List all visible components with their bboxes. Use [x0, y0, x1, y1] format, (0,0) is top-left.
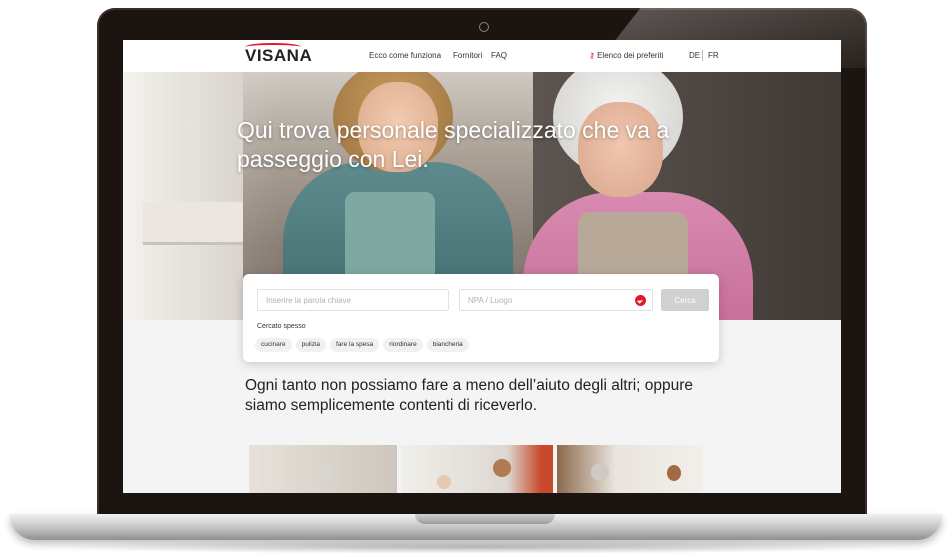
hero-shelf	[143, 202, 243, 245]
thumb3-person-2	[667, 465, 681, 481]
favorites-link[interactable]: ⚷ Elenco dei preferiti	[589, 51, 663, 60]
nav-link-providers[interactable]: Fornitori	[453, 51, 482, 60]
site-header: VISANA Ecco come funziona Fornitori FAQ …	[123, 40, 841, 72]
often-searched-label: Cercato spesso	[257, 323, 306, 330]
hero-headline: Qui trova personale specializzato che va…	[237, 117, 670, 172]
lang-fr[interactable]: FR	[708, 51, 719, 60]
lang-separator	[702, 50, 703, 61]
search-button[interactable]: Cerca	[661, 289, 709, 311]
visana-logo[interactable]: VISANA	[245, 43, 312, 66]
laptop-base-notch	[415, 514, 555, 524]
key-icon: ⚷	[589, 51, 595, 60]
thumb2-person	[493, 459, 511, 477]
thumbnail-card-1[interactable]	[249, 445, 397, 493]
thumb1-person	[317, 465, 333, 481]
laptop-shadow	[40, 540, 912, 554]
thumb2-person-2	[437, 475, 451, 489]
lang-de[interactable]: DE	[689, 51, 700, 60]
section-tagline: Ogni tanto non possiamo fare a meno dell…	[245, 377, 694, 414]
hero-window	[123, 72, 243, 320]
laptop-screen: VISANA Ecco come funziona Fornitori FAQ …	[123, 40, 841, 493]
chip-shopping[interactable]: fare la spesa	[330, 338, 380, 352]
thumb3-person	[591, 463, 609, 481]
favorites-label: Elenco dei preferiti	[597, 51, 664, 60]
camera-icon	[479, 22, 489, 32]
thumbnail-card-2[interactable]	[401, 445, 553, 493]
keyword-input[interactable]	[257, 289, 449, 311]
location-arrow-icon[interactable]	[635, 295, 646, 306]
chip-cleaning[interactable]: pulizia	[295, 338, 327, 352]
laptop-base	[10, 514, 942, 540]
nav-link-faq[interactable]: FAQ	[491, 51, 507, 60]
chip-laundry[interactable]: biancheria	[426, 338, 469, 352]
thumbnail-card-3[interactable]	[557, 445, 703, 493]
chip-cooking[interactable]: cucinare	[255, 338, 292, 352]
search-card: Cerca Cercato spesso cucinare pulizia fa…	[243, 274, 719, 362]
often-searched-chips: cucinare pulizia fare la spesa riordinar…	[255, 338, 469, 352]
location-input[interactable]	[459, 289, 653, 311]
chip-tidying[interactable]: riordinare	[383, 338, 423, 352]
nav-link-how-it-works[interactable]: Ecco come funziona	[369, 51, 441, 60]
